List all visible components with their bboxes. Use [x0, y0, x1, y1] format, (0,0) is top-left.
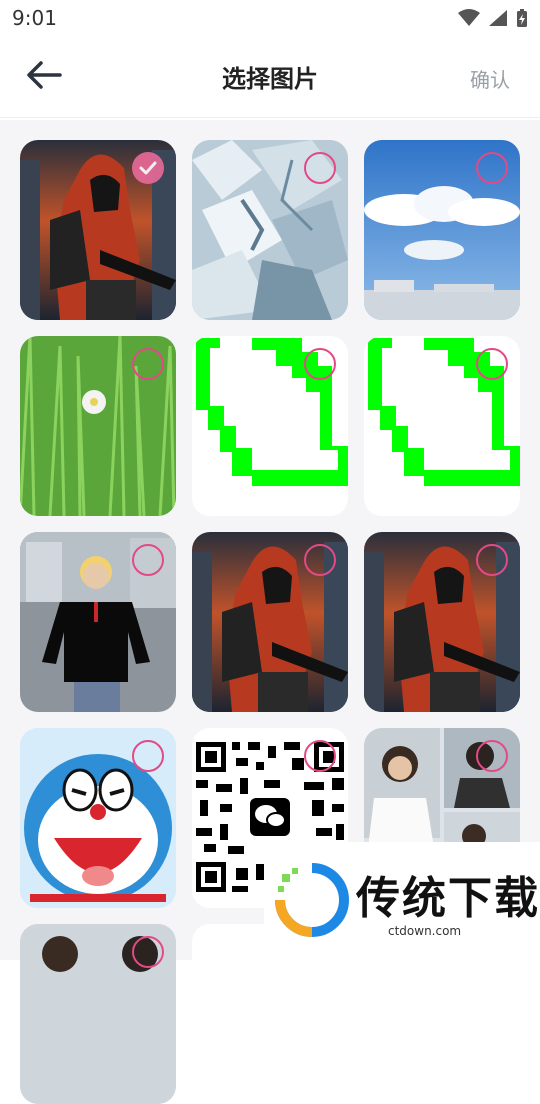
image-tile-woman-collage[interactable] [20, 924, 176, 1104]
watermark-text: 传统下载 [356, 873, 540, 924]
image-tile-grass[interactable] [20, 336, 176, 516]
image-tile-soldier[interactable] [192, 532, 348, 712]
page-title: 选择图片 [222, 65, 318, 93]
back-button[interactable] [26, 60, 70, 96]
select-checkbox[interactable] [132, 544, 164, 576]
select-checkbox[interactable] [304, 152, 336, 184]
select-checkbox[interactable] [304, 740, 336, 772]
select-checkbox[interactable] [132, 740, 164, 772]
confirm-button[interactable]: 确认 [470, 64, 510, 93]
select-checkbox[interactable] [476, 348, 508, 380]
select-checkbox[interactable] [304, 348, 336, 380]
signal-icon [489, 10, 507, 26]
image-tile-ice[interactable] [192, 140, 348, 320]
image-tile-soldier[interactable] [20, 140, 176, 320]
image-grid [0, 120, 540, 1104]
battery-icon [517, 9, 527, 27]
status-bar: 9:01 [0, 0, 540, 36]
select-checkbox[interactable] [132, 348, 164, 380]
status-icons [458, 8, 528, 28]
select-checkbox[interactable] [476, 544, 508, 576]
watermark-url: ctdown.com [388, 924, 462, 938]
status-time: 9:01 [12, 6, 57, 30]
select-checkbox[interactable] [476, 740, 508, 772]
select-checkbox[interactable] [304, 544, 336, 576]
image-tile-cartoon-man[interactable] [20, 532, 176, 712]
image-tile-sky[interactable] [364, 140, 520, 320]
image-tile-soldier[interactable] [364, 532, 520, 712]
image-tile-green-outline[interactable] [192, 336, 348, 516]
arrow-left-icon [27, 61, 62, 89]
select-checkbox[interactable] [132, 936, 164, 968]
app-bar: 选择图片 确认 [0, 36, 540, 118]
image-tile-doraemon[interactable] [20, 728, 176, 908]
check-icon [139, 161, 157, 175]
select-checkbox[interactable] [476, 152, 508, 184]
wifi-icon [458, 9, 480, 26]
watermark: 传统下载 ctdown.com [264, 842, 540, 960]
select-checkbox[interactable] [132, 152, 164, 184]
watermark-logo-icon [275, 863, 349, 937]
image-tile-green-outline[interactable] [364, 336, 520, 516]
